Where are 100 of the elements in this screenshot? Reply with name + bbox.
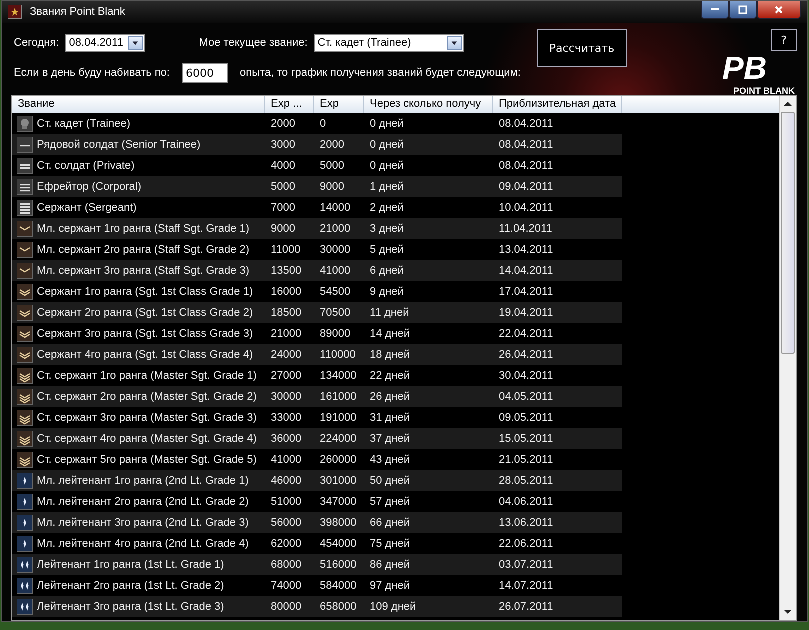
- rank-insignia-icon: [17, 304, 33, 320]
- table-cell-text: 260000: [319, 454, 358, 466]
- table-cell-text: 24000: [270, 348, 303, 360]
- table-cell-text: 9 дней: [369, 286, 405, 298]
- rank-name: Мл. сержант 3го ранга (Staff Sgt. Grade 3): [37, 264, 250, 276]
- table-cell-text: 14 дней: [369, 328, 412, 340]
- table-cell-text: 51000: [270, 496, 303, 508]
- table-cell-text: 0: [319, 118, 328, 130]
- table-cell-text: 22.04.2011: [498, 328, 554, 340]
- table-cell-text: 26 дней: [369, 390, 412, 402]
- table-cell-text: 9000: [319, 180, 346, 192]
- table-cell-text: 2000: [270, 118, 296, 130]
- logo-mark: PB: [722, 51, 768, 85]
- table-cell-text: 109 дней: [369, 600, 418, 612]
- rank-name: Рядовой солдат (Senior Trainee): [37, 138, 201, 150]
- rank-name: Мл. сержант 1го ранга (Staff Sgt. Grade 1): [37, 222, 250, 234]
- table-cell-text: 19.04.2011: [498, 306, 554, 318]
- table-cell-text: 9000: [270, 222, 296, 234]
- table-cell-text: 41000: [270, 454, 303, 466]
- rank-insignia-icon: [17, 326, 33, 342]
- table-cell-text: 2000: [319, 138, 346, 150]
- column-header[interactable]: Приблизительная дата: [493, 96, 622, 113]
- maximize-icon: [738, 4, 748, 14]
- table-cell-text: 43 дней: [369, 454, 412, 466]
- table-cell-text: 10.04.2011: [498, 202, 554, 214]
- table-cell-text: 161000: [319, 390, 358, 402]
- table-cell-text: 21000: [270, 328, 303, 340]
- table-cell-text: 09.05.2011: [498, 412, 554, 424]
- rank-name: Ст. кадет (Trainee): [37, 118, 131, 130]
- date-picker[interactable]: 08.04.2011: [65, 34, 146, 52]
- rank-insignia-icon: [17, 410, 33, 426]
- table-cell-text: 04.05.2011: [498, 390, 554, 402]
- rank-insignia-icon: [17, 200, 33, 216]
- column-header[interactable]: Exp: [314, 96, 364, 113]
- table-cell-text: 30000: [270, 390, 303, 402]
- table-cell-text: 74000: [270, 580, 303, 592]
- table-cell-text: 3 дней: [369, 222, 405, 234]
- table-cell-text: 15.05.2011: [498, 432, 554, 444]
- table-cell-text: 224000: [319, 432, 358, 444]
- table-cell-text: 1 дней: [369, 180, 405, 192]
- rank-name: Ст. солдат (Private): [37, 160, 135, 172]
- table-cell-text: 658000: [319, 600, 358, 612]
- rank-insignia-icon: [17, 388, 33, 404]
- table-cell-text: 14000: [319, 202, 352, 214]
- table-cell-text: 62000: [270, 538, 303, 550]
- rank-insignia-icon: [17, 346, 33, 362]
- rank-name: Мл. лейтенант 3го ранга (2nd Lt. Grade 3): [37, 516, 249, 528]
- rank-insignia-icon: [17, 158, 33, 174]
- daily-exp-label: Если в день буду набивать по:: [14, 67, 170, 79]
- table-cell-text: 09.04.2011: [498, 180, 554, 192]
- scrollbar[interactable]: [779, 96, 796, 620]
- scroll-thumb[interactable]: [781, 112, 795, 354]
- maximize-button[interactable]: [729, 1, 757, 19]
- rank-name: Мл. лейтенант 2го ранга (2nd Lt. Grade 2): [37, 496, 249, 508]
- rank-dropdown[interactable]: Ст. кадет (Trainee): [314, 34, 464, 52]
- column-header[interactable]: Звание: [12, 96, 265, 113]
- table-cell-text: 41000: [319, 264, 352, 276]
- table-cell-text: 08.04.2011: [498, 138, 554, 150]
- rank-insignia-icon: [17, 262, 33, 278]
- rank-name: Сержант 2го ранга (Sgt. 1st Class Grade 2): [37, 306, 254, 318]
- table-cell-text: 54500: [319, 286, 352, 298]
- table-cell-text: 22 дней: [369, 370, 412, 382]
- rank-name: Мл. лейтенант 4го ранга (2nd Lt. Grade 4): [37, 538, 249, 550]
- rank-name: Сержант 1го ранга (Sgt. 1st Class Grade 1): [37, 286, 254, 298]
- rank-insignia-icon: [17, 598, 33, 614]
- table-cell-text: 584000: [319, 580, 358, 592]
- column-header[interactable]: Exp ...: [265, 96, 314, 113]
- table-cell-text: 56000: [270, 516, 303, 528]
- rank-name: Сержант 4го ранга (Sgt. 1st Class Grade 4): [37, 348, 254, 360]
- table-cell-text: 57 дней: [369, 496, 412, 508]
- rank-insignia-icon: [17, 178, 33, 194]
- rank-insignia-icon: [17, 556, 33, 572]
- help-button[interactable]: ?: [771, 29, 797, 51]
- rank-name: Ст. сержант 5го ранга (Master Sgt. Grade 5): [37, 454, 257, 466]
- table-cell-text: 03.07.2011: [498, 558, 554, 570]
- rank-name: Лейтенант 2го ранга (1st Lt. Grade 2): [37, 580, 224, 592]
- table-cell-text: 110000: [319, 348, 357, 360]
- table-cell-text: 36000: [270, 432, 303, 444]
- table-cell-text: 5000: [319, 160, 346, 172]
- rank-insignia-icon: [17, 136, 33, 152]
- rank-name: Ст. сержант 1го ранга (Master Sgt. Grade 1): [37, 370, 257, 382]
- table-cell-text: 21000: [319, 222, 352, 234]
- table-cell-text: 0 дней: [369, 160, 405, 172]
- table-cell-text: 26.07.2011: [498, 600, 554, 612]
- exp-input-field[interactable]: 6000: [182, 63, 228, 83]
- table-cell-text: 21.05.2011: [498, 454, 554, 466]
- close-button[interactable]: [757, 1, 801, 19]
- table-cell-text: 6 дней: [369, 264, 405, 276]
- table-cell-text: 5000: [270, 180, 296, 192]
- table-cell-text: 22.06.2011: [498, 538, 554, 550]
- calculate-button[interactable]: Рассчитать: [537, 29, 627, 67]
- rank-insignia-icon: [17, 536, 33, 552]
- table-cell-text: 50 дней: [369, 474, 412, 486]
- table-cell-text: 17.04.2011: [498, 286, 554, 298]
- minimize-button[interactable]: [701, 1, 729, 19]
- table-cell-text: 89000: [319, 328, 352, 340]
- column-header[interactable]: Через сколько получу: [364, 96, 493, 113]
- rank-insignia-icon: [17, 430, 33, 446]
- table-cell-text: 70500: [319, 306, 352, 318]
- table-cell-text: 14.04.2011: [498, 264, 554, 276]
